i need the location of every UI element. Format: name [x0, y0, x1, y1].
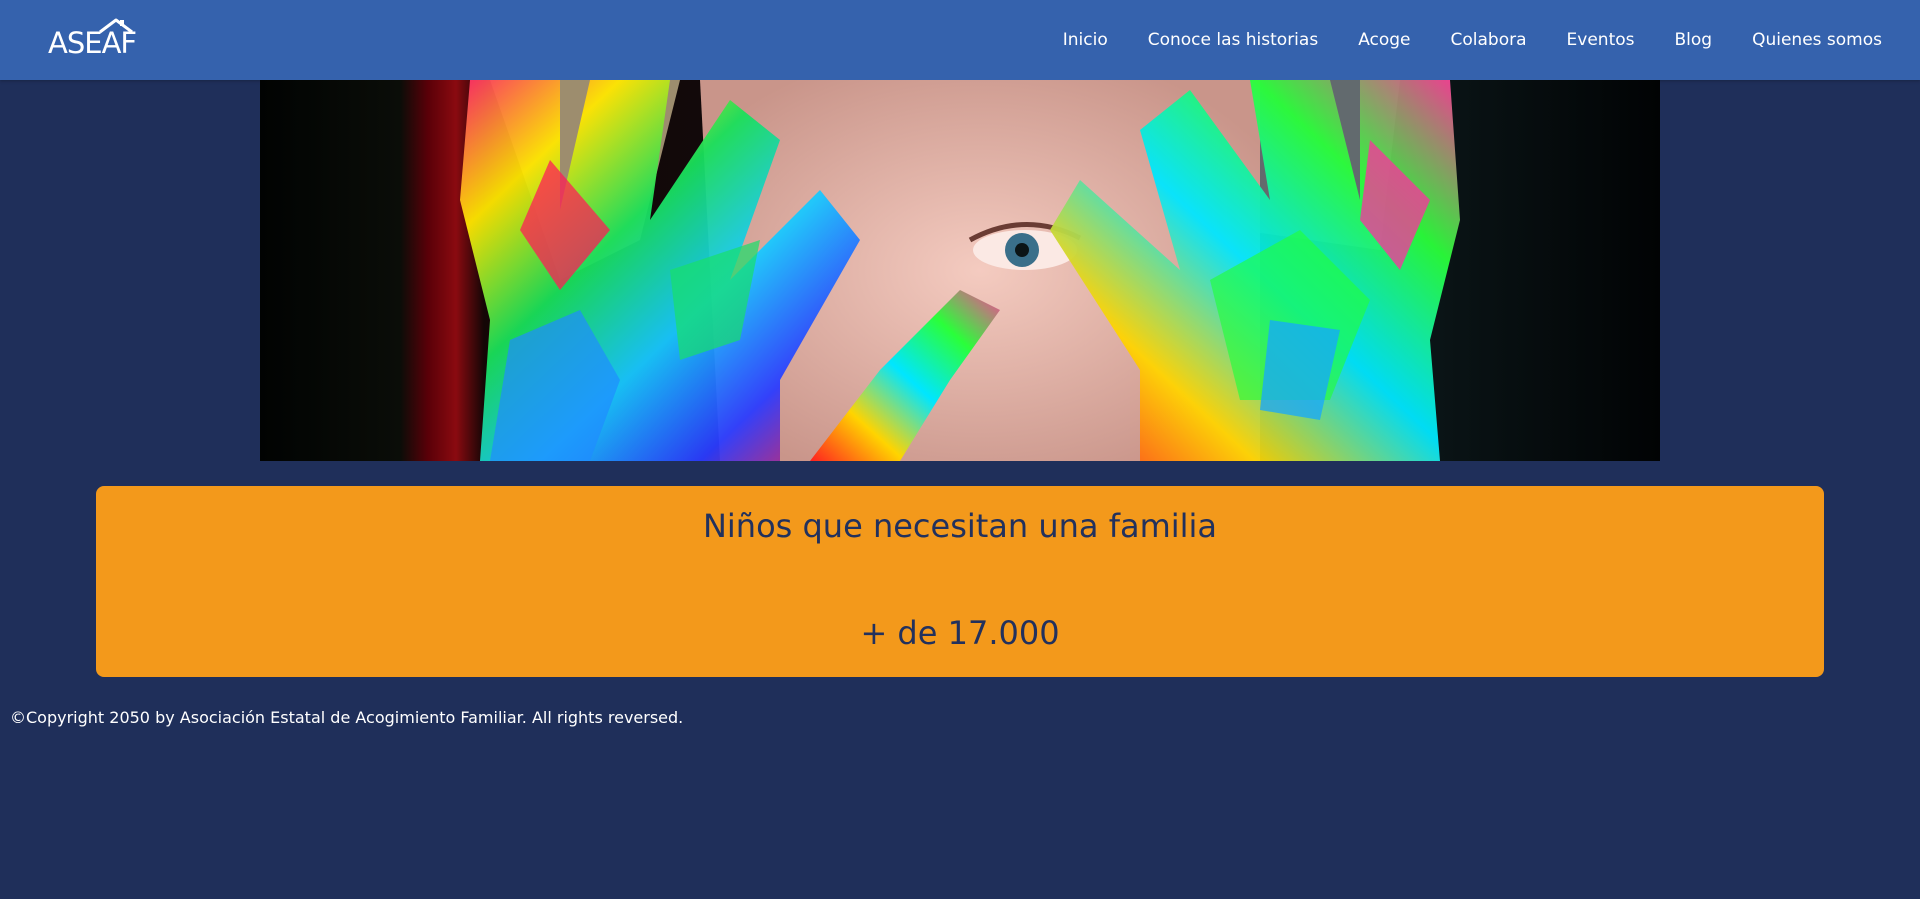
stat-card: Niños que necesitan una familia + de 17.… [96, 486, 1824, 677]
nav-item-blog[interactable]: Blog [1675, 30, 1713, 50]
nav-item-conoce-las-historias[interactable]: Conoce las historias [1148, 30, 1318, 50]
nav-item-acoge[interactable]: Acoge [1358, 30, 1410, 50]
nav-item-inicio[interactable]: Inicio [1063, 30, 1108, 50]
main-nav: Inicio Conoce las historias Acoge Colabo… [1023, 0, 1882, 80]
nav-item-colabora[interactable]: Colabora [1451, 30, 1527, 50]
hero-image [260, 80, 1660, 461]
copyright-text: ©Copyright 2050 by Asociación Estatal de… [10, 708, 684, 727]
nav-item-eventos[interactable]: Eventos [1567, 30, 1635, 50]
stat-value: + de 17.000 [860, 614, 1060, 652]
logo-text: ASEAF [48, 26, 137, 60]
aseaf-logo[interactable]: ASEAF [48, 18, 138, 62]
painted-hands-illustration [260, 80, 1660, 461]
nav-item-quienes-somos[interactable]: Quienes somos [1752, 30, 1882, 50]
top-navigation-bar: ASEAF Inicio Conoce las historias Acoge … [0, 0, 1920, 80]
stat-title: Niños que necesitan una familia [702, 507, 1218, 545]
